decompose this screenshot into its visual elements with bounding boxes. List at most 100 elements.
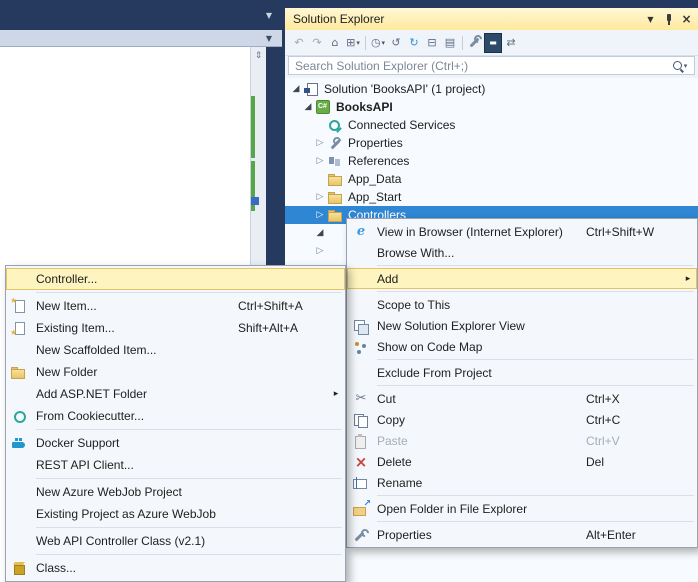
- menu-item-label: Existing Project as Azure WebJob: [36, 507, 216, 521]
- expanded-arrow-icon[interactable]: ◢: [313, 228, 327, 238]
- menu-item[interactable]: New Item... Ctrl+Shift+A: [6, 295, 345, 317]
- split-window-handle-icon[interactable]: ⇕: [251, 49, 266, 62]
- collapsed-arrow-icon[interactable]: ▷: [313, 138, 327, 148]
- menu-item[interactable]: Cut Ctrl+X: [347, 388, 697, 409]
- menu-item-label: New Solution Explorer View: [377, 319, 525, 333]
- toolbar-overflow-caret-icon[interactable]: ▼: [266, 34, 272, 43]
- tree-item-icon: [327, 243, 343, 259]
- wrench-icon: [327, 135, 343, 151]
- menu-item[interactable]: Show on Code Map: [347, 336, 697, 357]
- menu-item[interactable]: Docker Support: [6, 432, 345, 454]
- back-icon[interactable]: ↶: [290, 33, 308, 53]
- preview-selected-items-icon[interactable]: ▬: [484, 33, 502, 53]
- expanded-arrow-icon[interactable]: ◢: [301, 102, 315, 112]
- caret-position-mark: [251, 197, 259, 205]
- menu-item-label: Browse With...: [377, 246, 454, 260]
- properties-wrench-icon[interactable]: [466, 33, 484, 53]
- collapsed-arrow-icon[interactable]: ▷: [313, 156, 327, 166]
- menu-item[interactable]: New Scaffolded Item...: [6, 339, 345, 361]
- menu-item-label: Scope to This: [377, 298, 450, 312]
- search-button[interactable]: [666, 61, 694, 70]
- toolbar-separator: [462, 36, 463, 50]
- menu-item[interactable]: Add ASP.NET Folder: [6, 383, 345, 405]
- menu-item-icon: [351, 297, 371, 313]
- code-map-icon: [351, 339, 371, 355]
- menu-item-label: Add: [377, 272, 398, 286]
- collapsed-arrow-icon[interactable]: ▷: [313, 210, 327, 220]
- menu-item-label: Web API Controller Class (v2.1): [36, 534, 205, 548]
- menu-item[interactable]: Controller...: [6, 268, 345, 290]
- menu-item[interactable]: Browse With...: [347, 242, 697, 263]
- menu-separator: [377, 359, 694, 360]
- pending-changes-filter-icon[interactable]: ◷: [369, 33, 387, 53]
- menu-item[interactable]: Delete Del: [347, 451, 697, 472]
- tree-item-label: App_Start: [348, 190, 401, 204]
- refresh-icon[interactable]: ↻: [405, 33, 423, 53]
- tree-item-icon: [327, 225, 343, 241]
- home-icon[interactable]: ⌂: [326, 33, 344, 53]
- menu-item-label: Show on Code Map: [377, 340, 482, 354]
- menu-separator: [36, 292, 342, 293]
- menu-item[interactable]: Properties Alt+Enter: [347, 524, 697, 545]
- panel-title: Solution Explorer: [293, 12, 643, 26]
- delete-icon: [351, 454, 371, 470]
- tree-item[interactable]: Connected Services: [285, 116, 698, 134]
- dropdown-caret-icon[interactable]: [382, 39, 386, 47]
- menu-item[interactable]: Add: [347, 268, 697, 289]
- forward-icon[interactable]: ↷: [308, 33, 326, 53]
- menu-item[interactable]: New Azure WebJob Project: [6, 481, 345, 503]
- menu-item[interactable]: Rename: [347, 472, 697, 493]
- menu-item[interactable]: New Folder: [6, 361, 345, 383]
- menu-item[interactable]: Exclude From Project: [347, 362, 697, 383]
- menu-item-label: Properties: [377, 528, 432, 542]
- search-options-caret-icon[interactable]: [684, 62, 688, 70]
- menu-item-icon: [10, 506, 30, 522]
- tree-item[interactable]: ◢ BooksAPI: [285, 98, 698, 116]
- undo-icon[interactable]: ↺: [387, 33, 405, 53]
- menu-item[interactable]: View in Browser (Internet Explorer) Ctrl…: [347, 221, 697, 242]
- menu-item[interactable]: Web API Controller Class (v2.1): [6, 530, 345, 552]
- menu-separator: [377, 521, 694, 522]
- solution-explorer-header[interactable]: Solution Explorer ▼ ×: [285, 8, 698, 30]
- menu-item[interactable]: Open Folder in File Explorer: [347, 498, 697, 519]
- menu-item-label: View in Browser (Internet Explorer): [377, 225, 563, 239]
- menu-item[interactable]: REST API Client...: [6, 454, 345, 476]
- menu-item-icon: [351, 365, 371, 381]
- menu-item[interactable]: Existing Project as Azure WebJob: [6, 503, 345, 525]
- menu-item-icon: [10, 271, 30, 287]
- menu-item-label: Existing Item...: [36, 321, 115, 335]
- tree-item[interactable]: App_Data: [285, 170, 698, 188]
- menu-item[interactable]: Copy Ctrl+C: [347, 409, 697, 430]
- menu-item[interactable]: From Cookiecutter...: [6, 405, 345, 427]
- close-icon[interactable]: ×: [679, 12, 694, 27]
- sync-with-active-document-icon[interactable]: ⇄: [502, 33, 520, 53]
- menu-item[interactable]: Class...: [6, 557, 345, 579]
- tree-item[interactable]: ▷ App_Start: [285, 188, 698, 206]
- tree-item[interactable]: ▷ Properties: [285, 134, 698, 152]
- menu-item[interactable]: Paste Ctrl+V: [347, 430, 697, 451]
- dropdown-caret-icon[interactable]: [356, 39, 360, 47]
- search-input[interactable]: [289, 59, 666, 73]
- tree-item-label: BooksAPI: [336, 100, 393, 114]
- menu-item[interactable]: Existing Item... Shift+Alt+A: [6, 317, 345, 339]
- menu-item[interactable]: Scope to This: [347, 294, 697, 315]
- collapsed-arrow-icon[interactable]: ▷: [313, 192, 327, 202]
- copy-icon: [351, 412, 371, 428]
- menu-item-icon: [10, 533, 30, 549]
- collapse-all-icon[interactable]: ⊟: [423, 33, 441, 53]
- menu-item-icon: [351, 245, 371, 261]
- expanded-arrow-icon[interactable]: ◢: [289, 84, 303, 94]
- menu-item[interactable]: New Solution Explorer View: [347, 315, 697, 336]
- show-all-files-icon[interactable]: ▤: [441, 33, 459, 53]
- menu-item-icon: [10, 342, 30, 358]
- search-icon: [673, 61, 682, 70]
- tree-item[interactable]: ▷ References: [285, 152, 698, 170]
- switch-views-icon[interactable]: ⊞: [344, 33, 362, 53]
- toolbar-overflow-caret-icon[interactable]: ▼: [266, 11, 272, 20]
- collapsed-arrow-icon[interactable]: ▷: [313, 246, 327, 256]
- connected-services-icon: [327, 117, 343, 133]
- pin-icon[interactable]: [661, 12, 676, 27]
- folder-icon: [327, 171, 343, 187]
- tree-item[interactable]: ◢ Solution 'BooksAPI' (1 project): [285, 80, 698, 98]
- window-position-caret-icon[interactable]: ▼: [643, 12, 658, 27]
